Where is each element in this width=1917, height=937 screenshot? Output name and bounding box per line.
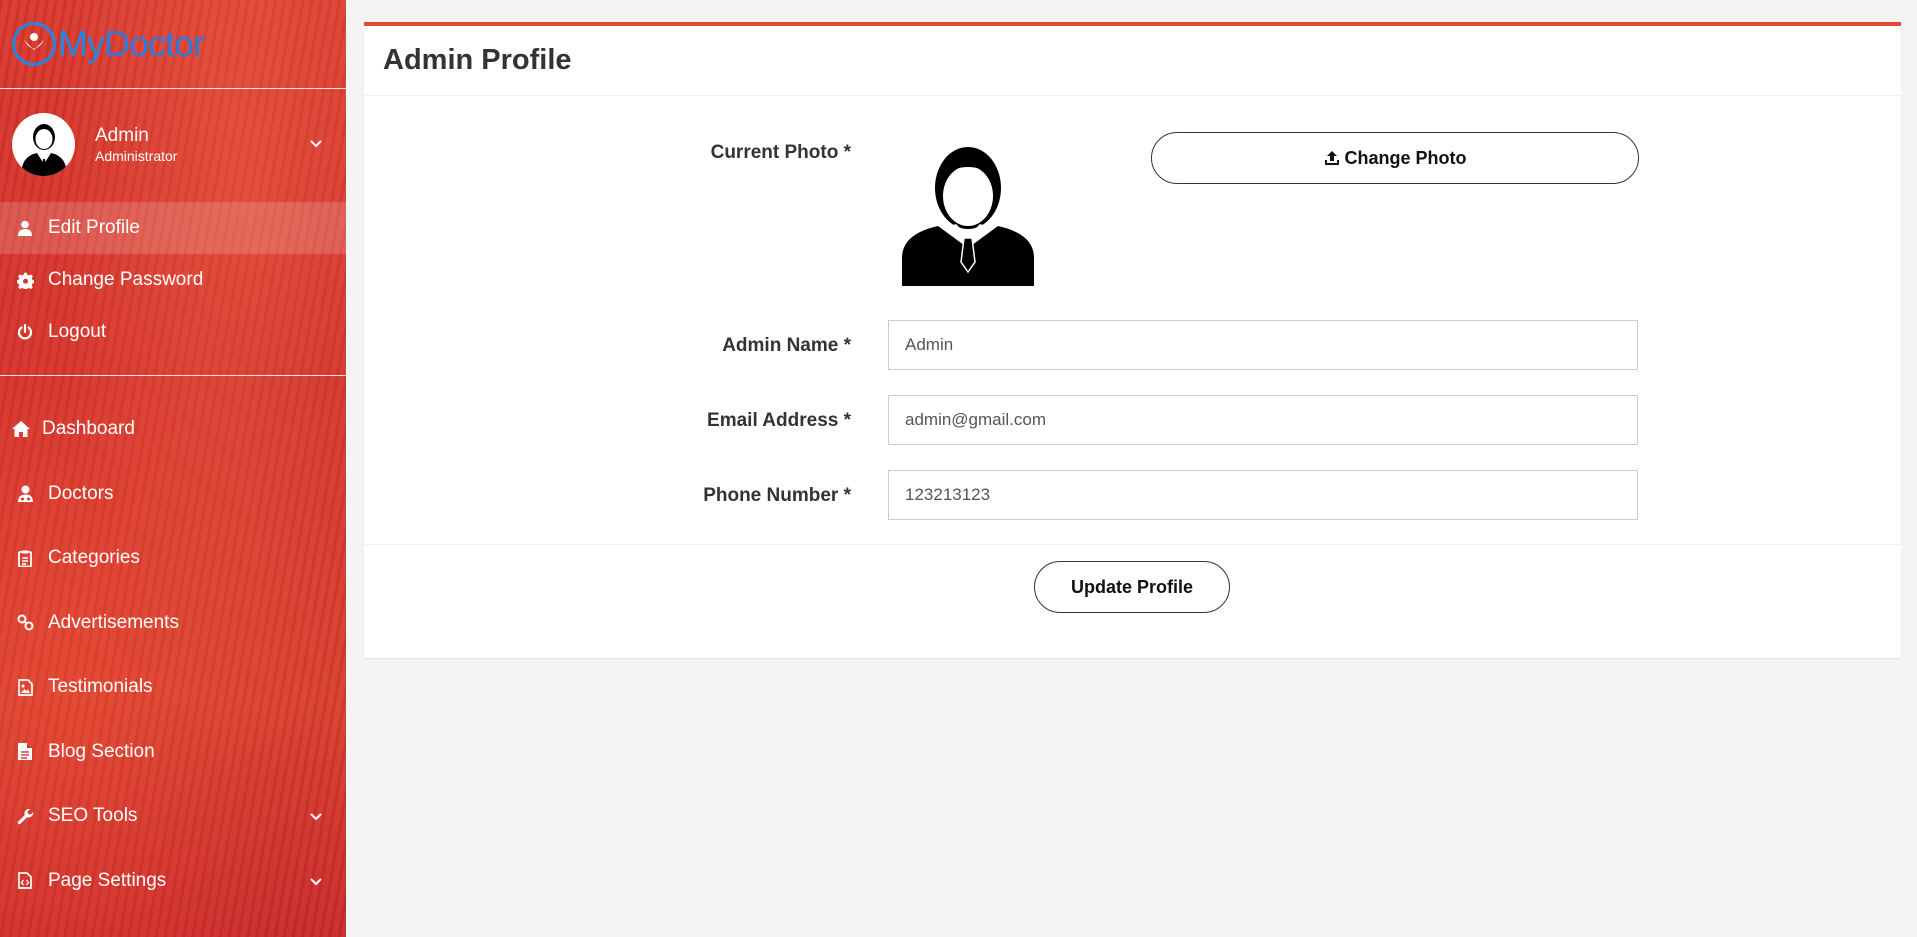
nav-label: SEO Tools (48, 805, 138, 827)
power-icon (16, 323, 34, 341)
chevron-down-icon (310, 805, 322, 827)
logo-text-my: My (58, 23, 105, 64)
chevron-down-icon[interactable] (310, 135, 322, 153)
main-menu: Dashboard Doctors Categories Advertiseme… (0, 397, 346, 913)
profile-box: Admin Profile Current Photo * Change Pho… (364, 22, 1901, 658)
nav-edit-profile[interactable]: Edit Profile (0, 202, 346, 254)
phone-input[interactable] (888, 470, 1638, 520)
nav-change-password[interactable]: Change Password (0, 254, 346, 306)
logo-text-doctor: Doctor (104, 23, 205, 64)
user-panel[interactable]: Admin Administrator (0, 89, 346, 200)
box-header: Admin Profile (364, 26, 1901, 96)
page-title: Admin Profile (383, 44, 572, 76)
document-icon (16, 743, 34, 761)
current-photo (894, 134, 1042, 286)
nav-label: Blog Section (48, 740, 155, 762)
sidebar: MyDoctor Admin Administrator Edit Profil… (0, 0, 346, 937)
nav-logout[interactable]: Logout (0, 306, 346, 358)
nav-label: Testimonials (48, 676, 153, 698)
nav-label: Dashboard (42, 418, 135, 440)
change-photo-label: Change Photo (1344, 147, 1467, 168)
chevron-down-icon (310, 870, 322, 892)
nav-label: Change Password (48, 269, 204, 290)
nav-page-settings[interactable]: Page Settings (0, 849, 346, 914)
user-role: Administrator (95, 147, 178, 164)
box-footer-divider (364, 544, 1901, 545)
nav-label: Logout (48, 321, 107, 342)
doctor-icon (16, 485, 34, 503)
admin-name-label: Admin Name * (722, 335, 851, 356)
nav-blog-section[interactable]: Blog Section (0, 720, 346, 785)
nav-doctors[interactable]: Doctors (0, 462, 346, 527)
phone-label: Phone Number * (703, 485, 851, 506)
image-icon (16, 678, 34, 696)
email-input[interactable] (888, 395, 1638, 445)
admin-name-input[interactable] (888, 320, 1638, 370)
nav-categories[interactable]: Categories (0, 526, 346, 591)
photo-label: Current Photo * (710, 142, 851, 163)
code-file-icon (16, 872, 34, 890)
nav-testimonials[interactable]: Testimonials (0, 655, 346, 720)
user-name: Admin (95, 124, 149, 146)
nav-dashboard[interactable]: Dashboard (0, 397, 346, 462)
update-profile-button[interactable]: Update Profile (1034, 561, 1230, 613)
nav-label: Advertisements (48, 611, 179, 633)
gear-icon (16, 271, 34, 289)
change-photo-button[interactable]: Change Photo (1151, 132, 1639, 184)
nav-seo-tools[interactable]: SEO Tools (0, 784, 346, 849)
home-icon (12, 420, 30, 438)
user-icon (16, 219, 34, 237)
wrench-icon (16, 807, 34, 825)
divider (0, 375, 346, 376)
upload-icon (1324, 150, 1340, 166)
account-menu: Edit Profile Change Password Logout (0, 202, 346, 358)
clipboard-icon (16, 549, 34, 567)
nav-label: Page Settings (48, 869, 167, 891)
nav-label: Categories (48, 547, 140, 569)
nav-advertisements[interactable]: Advertisements (0, 591, 346, 656)
logo-heart-icon (12, 22, 56, 66)
nav-label: Edit Profile (48, 217, 140, 238)
nav-label: Doctors (48, 482, 114, 504)
email-label: Email Address * (707, 410, 851, 431)
avatar (12, 113, 75, 176)
logo[interactable]: MyDoctor (0, 0, 346, 89)
link-icon (16, 614, 34, 632)
